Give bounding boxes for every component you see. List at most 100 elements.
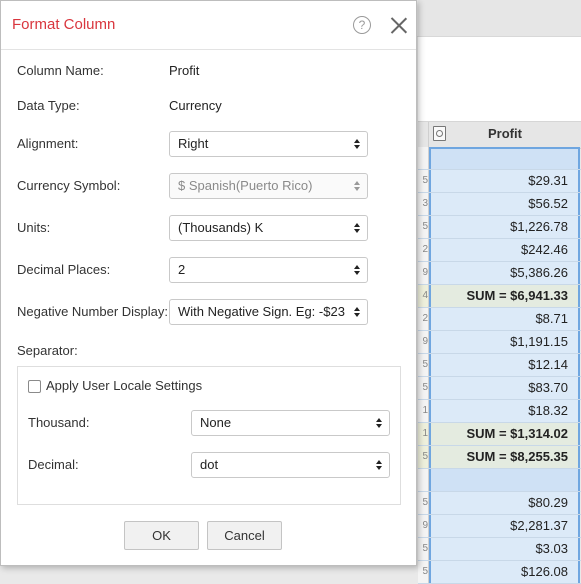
negative-number-display-selected-value: With Negative Sign. Eg: -$23 <box>178 304 345 319</box>
ok-button[interactable]: OK <box>124 521 199 550</box>
toolbar-area-right <box>418 0 581 36</box>
sum-row[interactable]: 4 SUM = $6,941.33 <box>418 285 581 308</box>
negative-number-display-label: Negative Number Display: <box>17 304 169 319</box>
profit-cell[interactable]: $8.71 <box>429 308 580 330</box>
data-type-label: Data Type: <box>17 98 80 113</box>
adjacent-cell[interactable]: 1 <box>418 400 429 422</box>
sum-row[interactable]: 1 SUM = $1,314.02 <box>418 423 581 446</box>
table-row[interactable] <box>418 147 581 170</box>
profit-cell[interactable]: $3.03 <box>429 538 580 560</box>
dialog-header: Format Column ? <box>1 1 416 50</box>
adjacent-cell[interactable]: 2 <box>418 239 429 261</box>
adjacent-cell[interactable]: 1 <box>418 423 429 445</box>
profit-cell[interactable]: $12.14 <box>429 354 580 376</box>
thousand-label: Thousand: <box>28 415 90 430</box>
table-row[interactable]: 5 $12.14 <box>418 354 581 377</box>
alignment-selected-value: Right <box>178 136 209 151</box>
column-header-divider <box>428 122 429 147</box>
alignment-select[interactable]: Right <box>169 131 368 157</box>
adjacent-cell[interactable]: 5 <box>418 446 429 468</box>
table-row[interactable] <box>418 469 581 492</box>
select-arrows-icon <box>354 307 361 318</box>
decimal-label: Decimal: <box>28 457 79 472</box>
adjacent-cell[interactable]: 5 <box>418 170 429 192</box>
adjacent-cell[interactable]: 4 <box>418 285 429 307</box>
adjacent-cell[interactable]: 2 <box>418 308 429 330</box>
profit-cell[interactable] <box>429 147 580 169</box>
profit-cell[interactable]: $56.52 <box>429 193 580 215</box>
currency-symbol-select[interactable]: $ Spanish(Puerto Rico) <box>169 173 368 199</box>
negative-number-display-select[interactable]: With Negative Sign. Eg: -$23 <box>169 299 368 325</box>
adjacent-cell[interactable]: 5 <box>418 354 429 376</box>
close-icon[interactable] <box>389 15 409 35</box>
profit-cell[interactable]: $242.46 <box>429 239 580 261</box>
adjacent-cell[interactable]: 5 <box>418 561 429 583</box>
table-row[interactable]: 5 $80.29 <box>418 492 581 515</box>
sum-cell[interactable]: SUM = $1,314.02 <box>429 423 580 445</box>
table-row[interactable]: 9 $1,191.15 <box>418 331 581 354</box>
help-icon[interactable]: ? <box>353 16 371 34</box>
sum-cell[interactable]: SUM = $6,941.33 <box>429 285 580 307</box>
decimal-places-selected-value: 2 <box>178 262 186 277</box>
table-row[interactable]: 5 $29.31 <box>418 170 581 193</box>
profit-cell[interactable]: $1,191.15 <box>429 331 580 353</box>
units-select[interactable]: (Thousands) K <box>169 215 368 241</box>
alignment-label: Alignment: <box>17 136 79 151</box>
sum-cell[interactable]: SUM = $8,255.35 <box>429 446 580 468</box>
adjacent-cell[interactable] <box>418 469 429 491</box>
profit-cell[interactable]: $126.08 <box>429 561 580 583</box>
table-row[interactable]: 2 $8.71 <box>418 308 581 331</box>
select-arrows-icon <box>376 460 383 471</box>
adjacent-cell[interactable] <box>418 147 429 169</box>
adjacent-cell[interactable]: 5 <box>418 377 429 399</box>
column-name-value: Profit <box>169 63 200 78</box>
table-row[interactable]: 5 $1,226.78 <box>418 216 581 239</box>
adjacent-cell[interactable]: 5 <box>418 492 429 514</box>
table-row[interactable]: 5 $126.08 <box>418 561 581 584</box>
apply-user-locale-checkbox[interactable] <box>28 380 41 393</box>
select-arrows-icon <box>354 265 361 276</box>
data-type-value: Currency <box>169 98 222 113</box>
table-row[interactable]: 2 $242.46 <box>418 239 581 262</box>
column-header-label[interactable]: Profit <box>430 121 580 147</box>
profit-cell[interactable]: $1,226.78 <box>429 216 580 238</box>
table-row[interactable]: 5 $83.70 <box>418 377 581 400</box>
profit-cell[interactable]: $83.70 <box>429 377 580 399</box>
table-row[interactable]: 9 $2,281.37 <box>418 515 581 538</box>
currency-symbol-selected-value: $ Spanish(Puerto Rico) <box>178 178 313 193</box>
decimal-separator-select[interactable]: dot <box>191 452 390 478</box>
units-selected-value: (Thousands) K <box>178 220 264 235</box>
sheet-blank-area <box>418 37 581 121</box>
table-row[interactable]: 3 $56.52 <box>418 193 581 216</box>
select-arrows-icon <box>354 139 361 150</box>
apply-user-locale-label[interactable]: Apply User Locale Settings <box>46 378 202 393</box>
decimal-places-select[interactable]: 2 <box>169 257 368 283</box>
adjacent-cell[interactable]: 9 <box>418 262 429 284</box>
adjacent-cell[interactable]: 9 <box>418 331 429 353</box>
adjacent-cell[interactable]: 3 <box>418 193 429 215</box>
sum-row[interactable]: 5 SUM = $8,255.35 <box>418 446 581 469</box>
profit-cell[interactable]: $80.29 <box>429 492 580 514</box>
table-row[interactable]: 1 $18.32 <box>418 400 581 423</box>
profit-cell[interactable]: $29.31 <box>429 170 580 192</box>
profit-cell[interactable]: $18.32 <box>429 400 580 422</box>
decimal-places-label: Decimal Places: <box>17 262 111 277</box>
select-arrows-icon <box>376 418 383 429</box>
profit-column-cells: 5 $29.31 3 $56.52 5 $1,226.78 2 $242.46 9 $5,386.… <box>418 147 581 584</box>
select-arrows-icon <box>354 181 361 192</box>
adjacent-cell[interactable]: 5 <box>418 538 429 560</box>
currency-symbol-label: Currency Symbol: <box>17 178 121 193</box>
units-label: Units: <box>17 220 51 235</box>
column-name-label: Column Name: <box>17 63 104 78</box>
thousand-separator-selected-value: None <box>200 415 232 430</box>
profit-cell[interactable]: $5,386.26 <box>429 262 580 284</box>
profit-cell[interactable]: $2,281.37 <box>429 515 580 537</box>
thousand-separator-select[interactable]: None <box>191 410 390 436</box>
cancel-button[interactable]: Cancel <box>207 521 282 550</box>
profit-cell[interactable] <box>429 469 580 491</box>
table-row[interactable]: 9 $5,386.26 <box>418 262 581 285</box>
adjacent-cell[interactable]: 9 <box>418 515 429 537</box>
adjacent-cell[interactable]: 5 <box>418 216 429 238</box>
table-row[interactable]: 5 $3.03 <box>418 538 581 561</box>
decimal-separator-selected-value: dot <box>200 457 219 472</box>
